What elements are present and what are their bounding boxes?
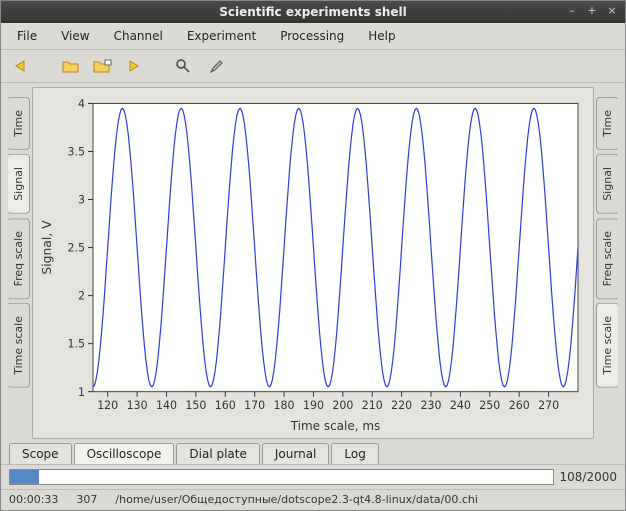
folder-options-button[interactable]: [91, 54, 115, 78]
back-icon: [14, 59, 32, 73]
svg-text:200: 200: [332, 399, 353, 412]
svg-text:3: 3: [78, 193, 85, 206]
left-tab-time-scale[interactable]: Time scale: [7, 303, 30, 388]
progress-row: 108/2000: [1, 464, 625, 489]
menu-help[interactable]: Help: [358, 27, 405, 45]
svg-text:160: 160: [215, 399, 236, 412]
titlebar: Scientific experiments shell – + ×: [1, 1, 625, 23]
open-folder-icon: [62, 58, 80, 74]
svg-text:1.5: 1.5: [68, 338, 85, 351]
svg-text:1: 1: [78, 386, 85, 399]
window-buttons: – + ×: [565, 4, 619, 18]
menubar: File View Channel Experiment Processing …: [1, 23, 625, 50]
svg-text:120: 120: [97, 399, 118, 412]
forward-icon: [126, 59, 144, 73]
status-time: 00:00:33: [9, 493, 58, 506]
close-button[interactable]: ×: [605, 4, 619, 18]
svg-text:170: 170: [244, 399, 265, 412]
chart-canvas[interactable]: 120 130 140 150 160 170 180 190 200 210 220 230 240 2…: [33, 88, 593, 438]
svg-text:230: 230: [421, 399, 442, 412]
svg-text:2.5: 2.5: [68, 242, 85, 255]
toolbar: [1, 50, 625, 83]
right-tab-freq-scale[interactable]: Freq scale: [596, 218, 619, 299]
svg-text:210: 210: [362, 399, 383, 412]
svg-text:150: 150: [185, 399, 206, 412]
window-title: Scientific experiments shell: [219, 5, 407, 19]
menu-channel[interactable]: Channel: [104, 27, 173, 45]
svg-text:220: 220: [391, 399, 412, 412]
forward-button[interactable]: [123, 54, 147, 78]
progress-label: 108/2000: [560, 470, 618, 484]
zoom-button[interactable]: [171, 54, 195, 78]
tab-log[interactable]: Log: [331, 443, 378, 464]
dropper-icon: [207, 58, 223, 74]
svg-text:130: 130: [127, 399, 148, 412]
right-tab-time[interactable]: Time: [596, 97, 619, 150]
menu-file[interactable]: File: [7, 27, 47, 45]
minimize-button[interactable]: –: [565, 4, 579, 18]
status-bar: 00:00:33 307 /home/user/Общедоступные/do…: [1, 489, 625, 510]
svg-text:Time scale, ms: Time scale, ms: [290, 419, 381, 433]
progress-bar: [9, 469, 554, 485]
open-folder-button[interactable]: [59, 54, 83, 78]
left-tab-strip: Time Signal Freq scale Time scale: [7, 87, 30, 439]
status-frame: 307: [76, 493, 97, 506]
tab-scope[interactable]: Scope: [9, 443, 72, 464]
zoom-icon: [175, 58, 191, 74]
status-path: /home/user/Общедоступные/dotscope2.3-qt4…: [115, 493, 617, 506]
maximize-button[interactable]: +: [585, 4, 599, 18]
svg-text:260: 260: [509, 399, 530, 412]
left-tab-time[interactable]: Time: [7, 97, 30, 150]
svg-text:4: 4: [78, 97, 85, 110]
menu-experiment[interactable]: Experiment: [177, 27, 266, 45]
folder-options-icon: [93, 58, 113, 74]
svg-text:250: 250: [479, 399, 500, 412]
dropper-button[interactable]: [203, 54, 227, 78]
left-tab-freq-scale[interactable]: Freq scale: [7, 218, 30, 299]
back-button[interactable]: [11, 54, 35, 78]
right-tab-signal[interactable]: Signal: [596, 154, 619, 214]
svg-text:Signal, V: Signal, V: [40, 220, 54, 275]
svg-text:180: 180: [274, 399, 295, 412]
tab-dial-plate[interactable]: Dial plate: [176, 443, 259, 464]
svg-text:140: 140: [156, 399, 177, 412]
left-tab-signal[interactable]: Signal: [7, 154, 30, 214]
bottom-tab-strip: ScopeOscilloscopeDial plateJournalLog: [1, 441, 625, 464]
svg-text:270: 270: [538, 399, 559, 412]
tab-journal[interactable]: Journal: [262, 443, 330, 464]
svg-text:3.5: 3.5: [68, 145, 85, 158]
right-tab-time-scale[interactable]: Time scale: [596, 303, 619, 388]
svg-text:240: 240: [450, 399, 471, 412]
tab-oscilloscope[interactable]: Oscilloscope: [74, 443, 175, 465]
right-tab-strip: Time Signal Freq scale Time scale: [596, 87, 619, 439]
menu-processing[interactable]: Processing: [270, 27, 354, 45]
chart-panel: 120 130 140 150 160 170 180 190 200 210 220 230 240 2…: [32, 87, 594, 439]
progress-fill: [10, 470, 39, 484]
svg-text:190: 190: [303, 399, 324, 412]
svg-text:2: 2: [78, 290, 85, 303]
app-window: Scientific experiments shell – + × File …: [0, 0, 626, 511]
content-area: Time Signal Freq scale Time scale 120 130 140…: [1, 83, 625, 441]
menu-view[interactable]: View: [51, 27, 99, 45]
